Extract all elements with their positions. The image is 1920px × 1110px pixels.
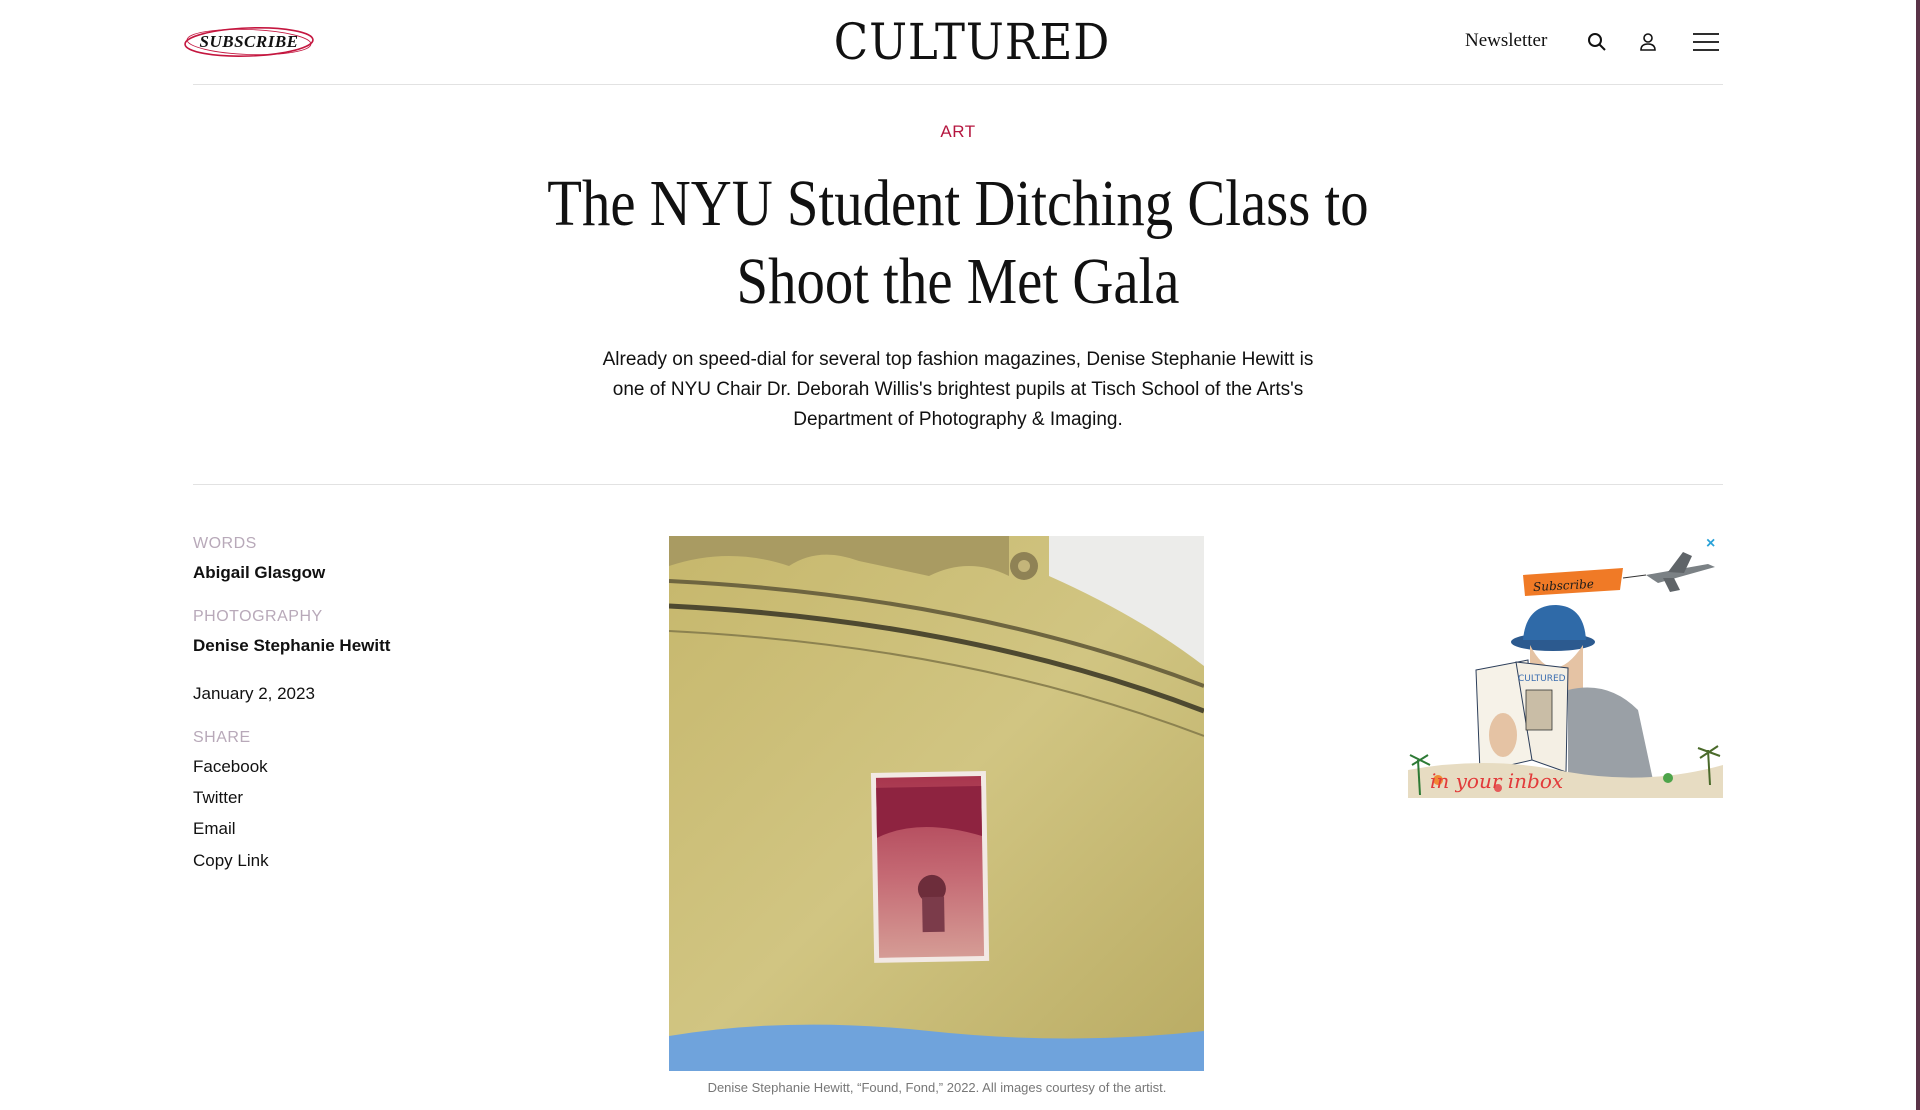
copy-link-button[interactable]: Copy Link bbox=[193, 851, 269, 871]
window-edge bbox=[1916, 0, 1920, 1110]
user-icon[interactable] bbox=[1636, 30, 1660, 54]
article-dek: Already on speed-dial for several top fa… bbox=[602, 349, 1314, 430]
site-logo[interactable]: CULTURED bbox=[834, 12, 1110, 72]
article-headline: The NYU Student Ditching Class to Shoot … bbox=[547, 167, 1369, 318]
hero-divider bbox=[193, 484, 1723, 485]
subscribe-label: SUBSCRIBE bbox=[199, 32, 299, 51]
author-name[interactable]: Abigail Glasgow bbox=[193, 563, 325, 583]
menu-icon[interactable] bbox=[1692, 30, 1720, 54]
photography-label: PHOTOGRAPHY bbox=[193, 608, 323, 625]
header-divider bbox=[193, 84, 1723, 85]
ad-tagline: in your inbox bbox=[1430, 769, 1563, 793]
words-label: WORDS bbox=[193, 535, 257, 552]
publish-date: January 2, 2023 bbox=[193, 684, 315, 703]
subscribe-button[interactable]: SUBSCRIBE bbox=[183, 24, 315, 60]
ad-magazine-text: CULTURED bbox=[1518, 674, 1566, 684]
newsletter-link[interactable]: Newsletter bbox=[1465, 30, 1547, 52]
share-label: SHARE bbox=[193, 729, 251, 746]
page: SUBSCRIBE CULTURED Newsletter ART The NY… bbox=[0, 0, 1916, 1110]
article-photo bbox=[669, 536, 1204, 1071]
share-twitter-link[interactable]: Twitter bbox=[193, 788, 243, 808]
newsletter-ad[interactable]: Subscribe CULTURED in your inbox bbox=[1408, 550, 1723, 798]
photographer-name[interactable]: Denise Stephanie Hewitt bbox=[193, 636, 390, 656]
share-facebook-link[interactable]: Facebook bbox=[193, 757, 268, 777]
search-icon[interactable] bbox=[1585, 30, 1609, 54]
image-caption: Denise Stephanie Hewitt, “Found, Fond,” … bbox=[707, 1080, 1167, 1095]
article-category[interactable]: ART bbox=[0, 122, 1916, 142]
share-email-link[interactable]: Email bbox=[193, 819, 236, 839]
